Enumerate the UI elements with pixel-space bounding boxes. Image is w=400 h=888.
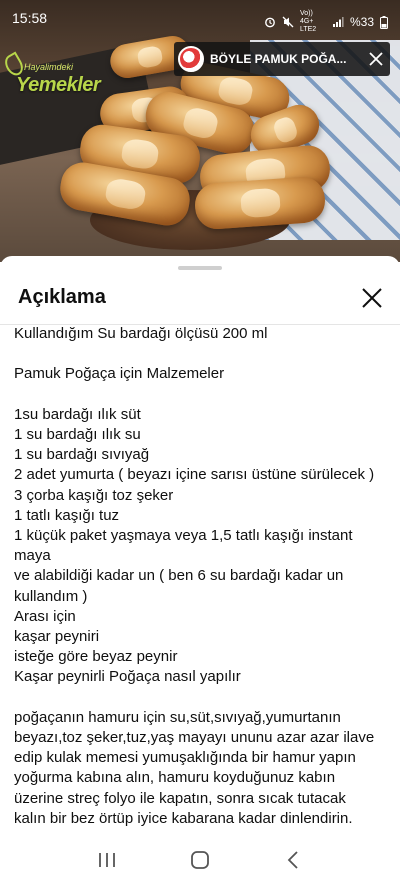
system-navigation-bar (0, 832, 400, 888)
mute-icon (282, 16, 294, 28)
battery-icon (380, 15, 388, 29)
signal-icon (332, 17, 344, 27)
battery-percent: %33 (349, 15, 374, 29)
description-line: edip kulak memesi yumuşaklığında bir ham… (14, 749, 356, 767)
back-icon[interactable] (273, 840, 313, 880)
description-line: kaşar peyniri (14, 628, 100, 646)
description-line: üzerine streç folyo ile kapatın, sonra s… (14, 789, 346, 807)
description-line (14, 344, 394, 364)
description-line: Kaşar peynirli Poğaça nasıl yapılır (14, 668, 241, 686)
close-icon[interactable] (358, 284, 386, 312)
video-title-banner[interactable]: BÖYLE PAMUK POĞA... (174, 42, 390, 76)
description-line: ve alabildiği kadar un ( ben 6 su bardağ… (14, 567, 344, 585)
status-bar: 15:58 Vo)) 4G+ LTE2 %33 (0, 0, 400, 36)
video-title[interactable]: BÖYLE PAMUK POĞA... (210, 52, 362, 66)
description-line (14, 688, 394, 708)
description-text: Kullandığım Su bardağı ölçüsü 200 ml Pam… (14, 324, 394, 832)
description-line: isteğe göre beyaz peynir (14, 648, 178, 666)
sheet-title: Açıklama (18, 286, 106, 308)
description-line: 1 su bardağı sıvıyağ (14, 446, 150, 464)
drag-handle[interactable] (178, 266, 222, 270)
description-line: yoğurma kabına alın, hamuru koyduğunuz k… (14, 769, 336, 787)
description-line: 1 su bardağı ılık su (14, 425, 141, 443)
network-label: Vo)) 4G+ LTE2 (299, 10, 317, 33)
description-line (14, 385, 394, 405)
description-sheet: Açıklama Kullandığım Su bardağı ölçüsü 2… (0, 256, 400, 888)
alarm-icon (265, 17, 275, 28)
logo-text-bottom: Yemekler (16, 74, 101, 96)
status-time: 15:58 (12, 10, 48, 26)
status-icons: Vo)) 4G+ LTE2 %33 (264, 10, 388, 34)
description-line: 2 adet yumurta ( beyazı içine sarısı üst… (14, 466, 375, 484)
description-line: poğaçanın hamuru için su,süt,sıvıyağ,yum… (14, 708, 341, 726)
description-line: 1 küçük paket yaşmaya veya 1,5 tatlı kaş… (14, 527, 353, 544)
channel-logo: Hayalimdeki Yemekler (1, 50, 116, 100)
description-line: 1 tatlı kaşığı tuz (14, 506, 120, 524)
pastry-bun (193, 175, 327, 231)
description-line: Kullandığım Su bardağı ölçüsü 200 ml (14, 325, 268, 342)
close-icon[interactable] (362, 45, 390, 73)
recents-icon[interactable] (87, 840, 127, 880)
description-line: 1su bardağı ılık süt (14, 405, 141, 423)
description-line: 3 çorba kaşığı toz şeker (14, 486, 174, 504)
description-line: Pamuk Poğaça için Malzemeler (14, 365, 225, 383)
logo-text-top: Hayalimdeki (24, 62, 74, 72)
description-line: Arası için (14, 607, 76, 625)
description-line: maya (14, 547, 51, 565)
description-line: beyazı,toz şeker,tuz,yaş mayayı ununu az… (14, 729, 375, 747)
home-icon[interactable] (180, 840, 220, 880)
description-line: kullandım ) (14, 587, 88, 605)
video-player[interactable]: Hayalimdeki Yemekler (0, 0, 400, 262)
description-line: kalın bir bez örtüp iyice kabarana kadar… (14, 809, 353, 827)
channel-avatar[interactable] (178, 46, 204, 72)
